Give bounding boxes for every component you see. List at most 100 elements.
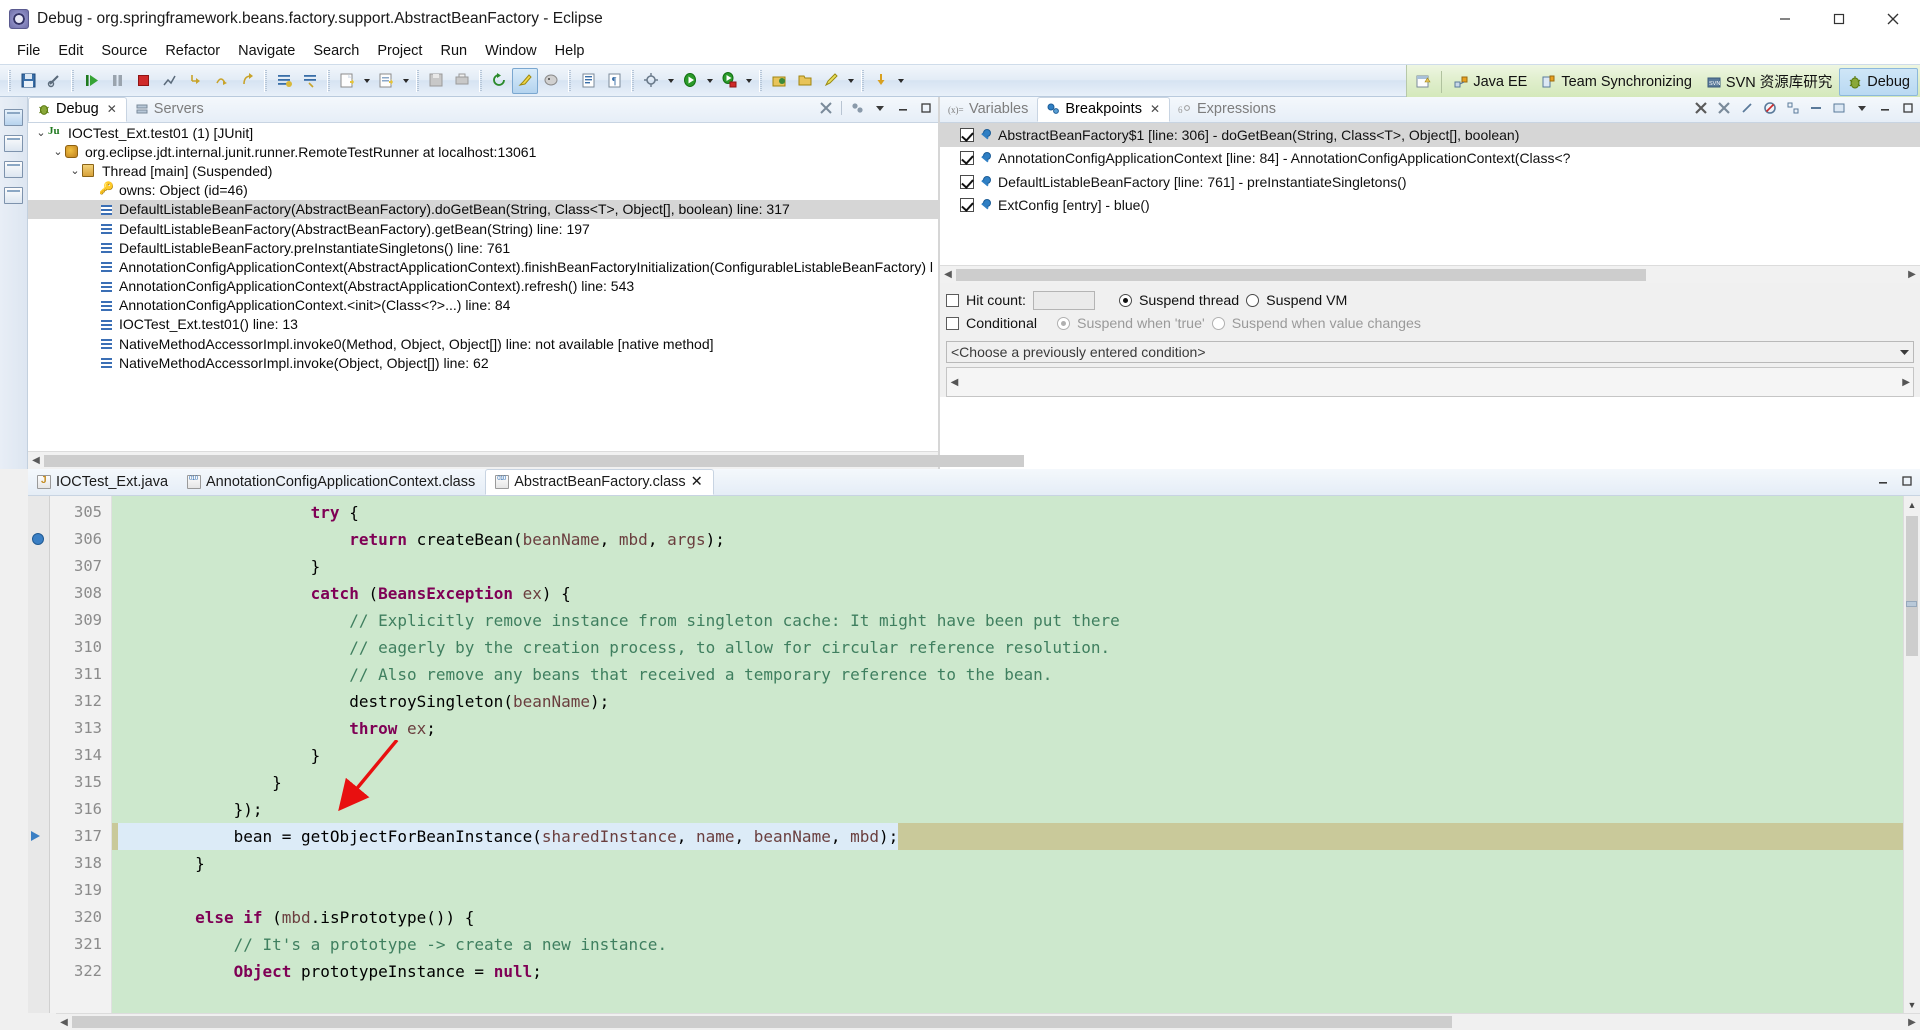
scroll-down-icon[interactable]: ▼ <box>1904 996 1920 1013</box>
source-code-text[interactable]: try { return createBean(beanName, mbd, a… <box>112 496 1903 1013</box>
breakpoint-checkbox[interactable] <box>960 151 974 166</box>
expand-all-icon[interactable] <box>1785 100 1801 116</box>
download-icon[interactable] <box>868 68 894 94</box>
maximize-button[interactable] <box>1812 0 1866 38</box>
hit-count-checkbox[interactable] <box>946 294 959 307</box>
perspective-debug[interactable]: Debug <box>1839 67 1918 96</box>
menu-navigate[interactable]: Navigate <box>229 40 304 62</box>
tree-row[interactable]: NativeMethodAccessorImpl.invoke0(Method,… <box>28 334 938 353</box>
perspective-team-synchronizing[interactable]: Team Synchronizing <box>1534 68 1699 96</box>
suspend-when-change-radio[interactable] <box>1211 317 1225 330</box>
debug-run-dropdown[interactable] <box>742 68 755 94</box>
tab-expressions[interactable]: 6 Expressions <box>1170 97 1285 122</box>
paragraph-icon[interactable]: ¶ <box>601 68 627 94</box>
tree-row[interactable]: AnnotationConfigApplicationContext(Abstr… <box>28 257 938 276</box>
chevron-down-icon[interactable] <box>1895 342 1913 362</box>
minimize-view-icon[interactable] <box>895 100 911 116</box>
expand-twisty-icon[interactable]: ⌄ <box>51 145 65 158</box>
code-line[interactable]: else if (mbd.isPrototype()) { <box>112 904 1903 931</box>
condition-history-combo[interactable]: <Choose a previously entered condition> <box>946 341 1914 363</box>
breakpoint-marker-dot[interactable] <box>32 533 44 545</box>
menu-window[interactable]: Window <box>476 40 546 62</box>
show-monitors-icon[interactable] <box>849 100 865 116</box>
tree-row[interactable]: owns: Object (id=46) <box>28 181 938 200</box>
expand-twisty-icon[interactable]: ⌄ <box>34 126 48 139</box>
debug-stack-tree[interactable]: ⌄IOCTest_Ext.test01 (1) [JUnit]⌄org.ecli… <box>28 123 938 451</box>
tree-row[interactable]: ⌄ Thread [main] (Suspended) <box>28 161 938 180</box>
view-menu-icon[interactable] <box>872 100 888 116</box>
external-tools-dropdown[interactable] <box>664 68 677 94</box>
debug-tree-hscrollbar[interactable]: ◀ ▶ <box>28 451 1024 469</box>
vscroll-thumb[interactable] <box>1906 516 1918 656</box>
new-java-project-dropdown[interactable] <box>360 68 373 94</box>
step-into-icon[interactable] <box>182 68 208 94</box>
menu-edit[interactable]: Edit <box>49 40 92 62</box>
code-line[interactable] <box>112 877 1903 904</box>
download-dropdown[interactable] <box>894 68 907 94</box>
menu-run[interactable]: Run <box>431 40 476 62</box>
expand-twisty-icon[interactable]: ⌄ <box>68 164 82 177</box>
scroll-up-icon[interactable]: ▲ <box>1904 496 1920 513</box>
code-editor[interactable]: 305 306 307 308 309 310 311 312 313 314 315 316 317 3… <box>28 496 1920 1013</box>
editor-vscrollbar[interactable]: ▲ ▼ <box>1903 496 1920 1013</box>
maximize-view-icon[interactable] <box>918 100 934 116</box>
hscroll-track[interactable] <box>44 453 1024 468</box>
step-return-icon[interactable] <box>234 68 260 94</box>
external-tools-icon[interactable] <box>638 68 664 94</box>
minimized-view-icon-3[interactable] <box>4 187 23 204</box>
code-line[interactable]: } <box>112 742 1903 769</box>
run-dropdown[interactable] <box>703 68 716 94</box>
tree-row[interactable]: DefaultListableBeanFactory.preInstantiat… <box>28 238 938 257</box>
suspend-vm-radio[interactable] <box>1246 294 1260 307</box>
suspend-icon[interactable] <box>104 68 130 94</box>
highlight-icon[interactable] <box>512 67 538 94</box>
tree-row[interactable]: AnnotationConfigApplicationContext.<init… <box>28 296 938 315</box>
print-icon[interactable] <box>449 68 475 94</box>
step-over-icon[interactable] <box>208 68 234 94</box>
breakpoint-checkbox[interactable] <box>960 174 974 189</box>
new-class-icon[interactable] <box>373 68 399 94</box>
vscroll-overview-mark[interactable] <box>1906 601 1917 607</box>
breakpoint-row[interactable]: ExtConfig [entry] - blue() <box>940 194 1920 218</box>
tree-row[interactable]: ⌄ IOCTest_Ext.test01 (1) [JUnit] <box>28 123 938 142</box>
suspend-thread-radio[interactable] <box>1118 294 1132 307</box>
code-line[interactable]: // Explicitly remove instance from singl… <box>112 607 1903 634</box>
new-java-project-icon[interactable] <box>334 68 360 94</box>
menu-help[interactable]: Help <box>546 40 594 62</box>
breakpoints-list[interactable]: AbstractBeanFactory$1 [line: 306] - doGe… <box>940 123 1920 265</box>
tree-row[interactable]: IOCTest_Ext.test01() line: 13 <box>28 315 938 334</box>
maximize-view-icon[interactable] <box>1900 100 1916 116</box>
editor-hscrollbar[interactable]: ◀ ▶ <box>56 1013 1920 1030</box>
code-line[interactable]: Object prototypeInstance = null; <box>112 958 1903 985</box>
menu-refactor[interactable]: Refactor <box>156 40 229 62</box>
breakpoint-row[interactable]: DefaultListableBeanFactory [line: 761] -… <box>940 170 1920 194</box>
code-line[interactable]: } <box>112 553 1903 580</box>
code-line[interactable]: } <box>112 850 1903 877</box>
link-with-debug-view-icon[interactable] <box>1739 100 1755 116</box>
save-icon[interactable] <box>15 68 41 94</box>
code-line[interactable]: // Also remove any beans that received a… <box>112 661 1903 688</box>
close-icon[interactable]: ✕ <box>107 102 117 116</box>
editor-tab-annotationconfig[interactable]: AnnotationConfigApplicationContext.class <box>178 469 485 495</box>
restore-view-icon[interactable] <box>4 109 23 126</box>
minimize-view-icon[interactable] <box>1877 100 1893 116</box>
scroll-right-icon[interactable]: ▶ <box>1904 269 1920 280</box>
code-line[interactable]: } <box>112 769 1903 796</box>
minimize-button[interactable] <box>1758 0 1812 38</box>
condition-scroll-right-icon[interactable]: ▶ <box>1902 377 1910 388</box>
open-folder-icon[interactable] <box>792 68 818 94</box>
menu-search[interactable]: Search <box>304 40 368 62</box>
scroll-left-icon[interactable]: ◀ <box>940 269 956 280</box>
breakpoint-row[interactable]: AbstractBeanFactory$1 [line: 306] - doGe… <box>940 123 1920 147</box>
scroll-left-icon[interactable]: ◀ <box>56 1017 72 1028</box>
conditional-checkbox[interactable] <box>946 317 959 330</box>
terminate-icon[interactable] <box>130 68 156 94</box>
remove-all-breakpoints-icon[interactable] <box>1716 100 1732 116</box>
perspective-svn[interactable]: SVN SVN 资源库研究 <box>1699 68 1839 96</box>
code-line[interactable]: destroySingleton(beanName); <box>112 688 1903 715</box>
collapse-all-icon[interactable] <box>1808 100 1824 116</box>
pencil-icon[interactable] <box>818 68 844 94</box>
close-icon[interactable]: ✕ <box>1150 102 1160 116</box>
code-line[interactable]: // It's a prototype -> create a new inst… <box>112 931 1903 958</box>
editor-marker-bar[interactable] <box>28 496 50 1013</box>
